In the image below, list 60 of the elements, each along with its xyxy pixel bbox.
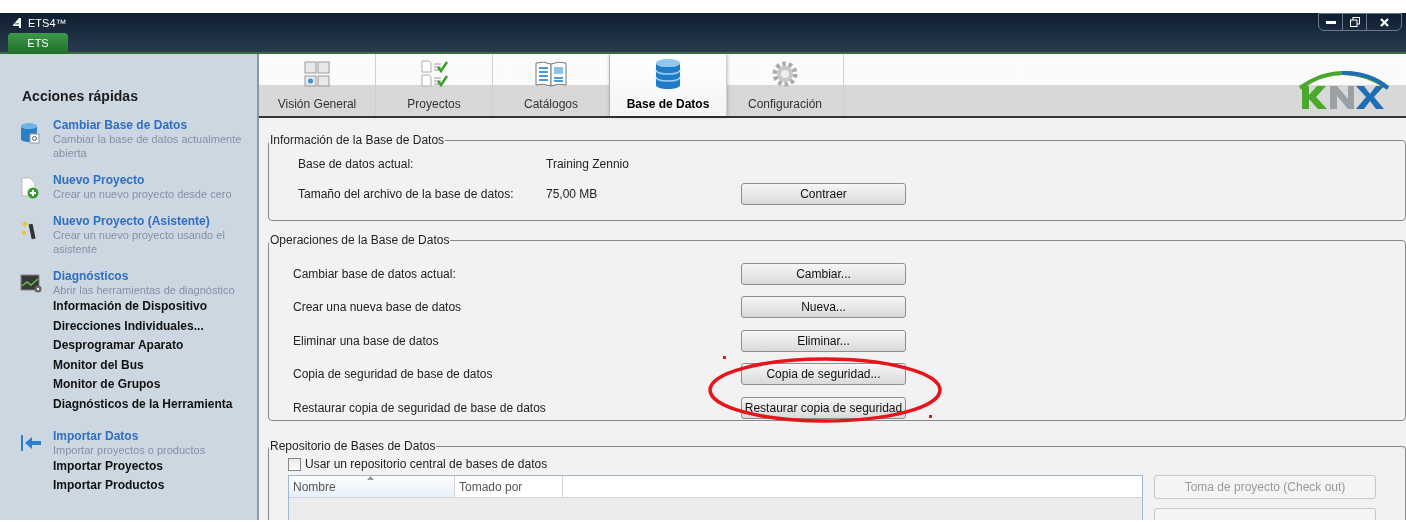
tab[interactable]: Visión General	[259, 54, 376, 116]
button[interactable]: Contraer	[741, 183, 906, 205]
checklist-icon	[420, 60, 448, 88]
monitor-icon	[20, 273, 42, 293]
action-description: Importar proyectos o productos	[53, 443, 207, 457]
operation-label: Eliminar una base de datos	[293, 332, 440, 350]
arrow-left-icon	[20, 432, 42, 453]
button[interactable]: Eliminar...	[741, 329, 906, 352]
action-link[interactable]: Diagnósticos	[53, 269, 245, 283]
sidebar-link[interactable]: Monitor de Grupos	[53, 375, 245, 395]
tab[interactable]: Catálogos	[493, 54, 610, 116]
group-title: Operaciones de la Base de Datos	[269, 232, 451, 249]
new-document-icon	[20, 177, 40, 199]
action-description: Abrir las herramientas de diagnóstico	[53, 283, 236, 297]
app-logo-icon	[12, 17, 24, 29]
ribbon-tab[interactable]: ETS	[8, 33, 68, 54]
settings-icon	[771, 60, 799, 88]
action-description: Crear un nuevo proyecto desde cero	[53, 187, 233, 201]
close-icon	[1379, 17, 1389, 27]
database-icon	[655, 58, 681, 90]
sidebar-title: Acciones rápidas	[22, 87, 139, 106]
sidebar-link[interactable]: Monitor del Bus	[53, 355, 245, 376]
action-description: Cambiar la base de datos actualmente abierta	[53, 132, 243, 160]
button[interactable]: Copia de seguridad...	[741, 363, 906, 386]
sidebar-link[interactable]: Información de Dispositivo	[53, 297, 245, 317]
group-title: Información de la Base de Datos	[269, 132, 446, 149]
action-link[interactable]: Cambiar Base de Datos	[53, 118, 245, 132]
minimize-icon	[1325, 20, 1336, 24]
sidebar-link[interactable]: Direcciones Individuales...	[53, 316, 245, 337]
sidebar-link[interactable]: Desprogramar Aparato	[53, 336, 245, 356]
action-description: Crear un nuevo proyecto usando el asistente	[53, 228, 226, 256]
action-link[interactable]: Importar Datos	[53, 428, 245, 443]
operation-label: Crear una nueva base de datos	[293, 299, 463, 317]
field-label: Base de datos actual:	[298, 156, 415, 173]
group-title: Repositorio de Bases de Datos	[269, 438, 437, 455]
field-value: Training Zennio	[546, 156, 630, 173]
column-header[interactable]: Tomado por	[455, 476, 563, 497]
tab[interactable]: Proyectos	[376, 54, 493, 116]
button[interactable]: Restaurar copia de seguridad	[741, 396, 906, 419]
button[interactable]: Nueva...	[741, 296, 906, 319]
field-value: 75,00 MB	[546, 186, 599, 203]
column-header[interactable]: Nombre	[289, 476, 455, 497]
button[interactable]: Cambiar...	[741, 262, 906, 285]
checkbox-label: Usar un repositorio central de bases de datos	[305, 456, 548, 473]
sidebar-link[interactable]: Importar Proyectos	[53, 456, 245, 477]
tab[interactable]: Configuración	[727, 54, 844, 116]
checkbox[interactable]	[288, 457, 301, 471]
operation-label: Cambiar base de datos actual:	[293, 265, 457, 283]
operation-label: Copia de seguridad de base de datos	[293, 366, 494, 384]
sort-arrow-icon	[367, 476, 374, 480]
database-icon	[20, 122, 40, 144]
grid-icon	[304, 61, 330, 87]
restore-icon	[1349, 17, 1360, 27]
field-label: Tamaño del archivo de la base de datos:	[298, 186, 515, 203]
tab[interactable]: Base de Datos	[610, 54, 727, 116]
sidebar-link[interactable]: Diagnósticos de la Herramienta	[53, 394, 245, 415]
operation-label: Restaurar copia de seguridad de base de datos	[293, 399, 547, 417]
window-title: ETS4™	[28, 15, 67, 31]
book-icon	[534, 60, 568, 88]
sidebar-link[interactable]: Importar Productos	[53, 476, 245, 496]
